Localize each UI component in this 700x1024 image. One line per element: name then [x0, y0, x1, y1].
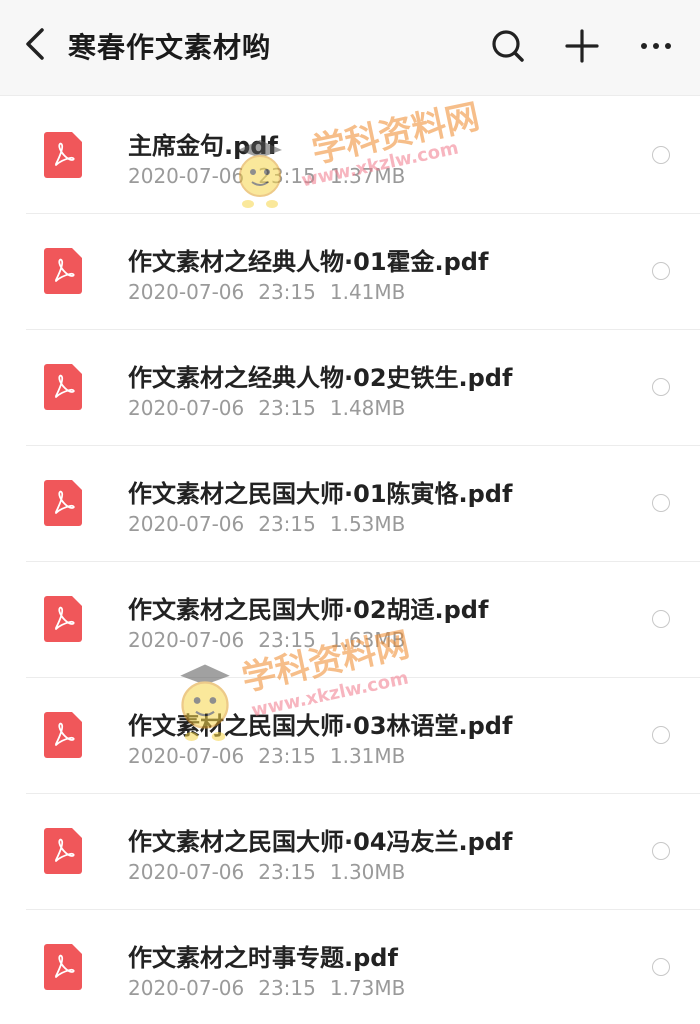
- select-radio[interactable]: [652, 262, 670, 280]
- file-size: 1.31MB: [329, 744, 406, 768]
- top-bar: 寒春作文素材哟: [0, 0, 700, 96]
- select-radio[interactable]: [652, 610, 670, 628]
- file-meta: 2020-07-06 23:15 1.41MB: [128, 280, 419, 304]
- pdf-file-icon: [44, 944, 82, 990]
- pdf-file-icon: [44, 132, 82, 178]
- file-name: 作文素材之民国大师·03林语堂.pdf: [128, 712, 513, 740]
- pdf-file-icon: [44, 480, 82, 526]
- file-meta: 2020-07-06 23:15 1.48MB: [128, 396, 419, 420]
- select-radio[interactable]: [652, 958, 670, 976]
- file-date: 2020-07-06: [128, 744, 245, 768]
- select-radio[interactable]: [652, 842, 670, 860]
- more-button[interactable]: [634, 24, 678, 68]
- file-date: 2020-07-06: [128, 860, 245, 884]
- file-time: 23:15: [258, 976, 316, 1000]
- file-row[interactable]: 作文素材之民国大师·02胡适.pdf 2020-07-06 23:15 1.63MB: [0, 562, 700, 678]
- pdf-file-icon: [44, 828, 82, 874]
- file-row[interactable]: 作文素材之民国大师·03林语堂.pdf 2020-07-06 23:15 1.31M…: [0, 678, 700, 794]
- file-row[interactable]: 作文素材之民国大师·01陈寅恪.pdf 2020-07-06 23:15 1.53M…: [0, 446, 700, 562]
- file-meta: 2020-07-06 23:15 1.37MB: [128, 164, 419, 188]
- file-row[interactable]: 作文素材之时事专题.pdf 2020-07-06 23:15 1.73MB: [0, 910, 700, 1024]
- select-radio[interactable]: [652, 494, 670, 512]
- pdf-file-icon: [44, 712, 82, 758]
- file-time: 23:15: [258, 280, 316, 304]
- file-meta: 2020-07-06 23:15 1.53MB: [128, 512, 419, 536]
- file-size: 1.63MB: [329, 628, 406, 652]
- file-date: 2020-07-06: [128, 512, 245, 536]
- file-time: 23:15: [258, 512, 316, 536]
- more-icon: [641, 43, 671, 49]
- pdf-file-icon: [44, 596, 82, 642]
- file-meta: 2020-07-06 23:15 1.30MB: [128, 860, 419, 884]
- file-name: 作文素材之民国大师·04冯友兰.pdf: [128, 828, 513, 856]
- file-name: 作文素材之经典人物·02史铁生.pdf: [128, 364, 513, 392]
- pdf-file-icon: [44, 364, 82, 410]
- file-date: 2020-07-06: [128, 164, 245, 188]
- file-row[interactable]: 主席金句.pdf 2020-07-06 23:15 1.37MB: [0, 98, 700, 214]
- file-meta: 2020-07-06 23:15 1.73MB: [128, 976, 419, 1000]
- file-date: 2020-07-06: [128, 976, 245, 1000]
- file-size: 1.53MB: [329, 512, 406, 536]
- search-icon: [492, 30, 524, 62]
- file-name: 作文素材之经典人物·01霍金.pdf: [128, 248, 489, 276]
- add-button[interactable]: [560, 24, 604, 68]
- file-name: 作文素材之时事专题.pdf: [128, 944, 398, 972]
- file-date: 2020-07-06: [128, 628, 245, 652]
- file-size: 1.41MB: [329, 280, 406, 304]
- file-row[interactable]: 作文素材之民国大师·04冯友兰.pdf 2020-07-06 23:15 1.30M…: [0, 794, 700, 910]
- plus-icon: [565, 29, 599, 63]
- page-title: 寒春作文素材哟: [68, 31, 272, 64]
- file-meta: 2020-07-06 23:15 1.31MB: [128, 744, 419, 768]
- file-size: 1.73MB: [329, 976, 406, 1000]
- pdf-file-icon: [44, 248, 82, 294]
- file-date: 2020-07-06: [128, 280, 245, 304]
- file-time: 23:15: [258, 744, 316, 768]
- select-radio[interactable]: [652, 726, 670, 744]
- file-name: 主席金句.pdf: [128, 132, 278, 160]
- file-size: 1.30MB: [329, 860, 406, 884]
- file-time: 23:15: [258, 164, 316, 188]
- file-size: 1.48MB: [329, 396, 406, 420]
- file-name: 作文素材之民国大师·02胡适.pdf: [128, 596, 489, 624]
- file-time: 23:15: [258, 396, 316, 420]
- select-radio[interactable]: [652, 378, 670, 396]
- file-meta: 2020-07-06 23:15 1.63MB: [128, 628, 419, 652]
- file-row[interactable]: 作文素材之经典人物·01霍金.pdf 2020-07-06 23:15 1.41MB: [0, 214, 700, 330]
- file-time: 23:15: [258, 860, 316, 884]
- file-time: 23:15: [258, 628, 316, 652]
- file-row[interactable]: 作文素材之经典人物·02史铁生.pdf 2020-07-06 23:15 1.48M…: [0, 330, 700, 446]
- back-icon: [26, 28, 44, 60]
- select-radio[interactable]: [652, 146, 670, 164]
- back-button[interactable]: [14, 22, 58, 66]
- file-date: 2020-07-06: [128, 396, 245, 420]
- search-button[interactable]: [486, 24, 530, 68]
- file-size: 1.37MB: [329, 164, 406, 188]
- file-list: 主席金句.pdf 2020-07-06 23:15 1.37MB 作文素材之经典人物…: [0, 98, 700, 1024]
- file-name: 作文素材之民国大师·01陈寅恪.pdf: [128, 480, 513, 508]
- file-manager-screen: 寒春作文素材哟 主席金句.pdf 2020-07-06 23:15 1.37MB…: [0, 0, 700, 1024]
